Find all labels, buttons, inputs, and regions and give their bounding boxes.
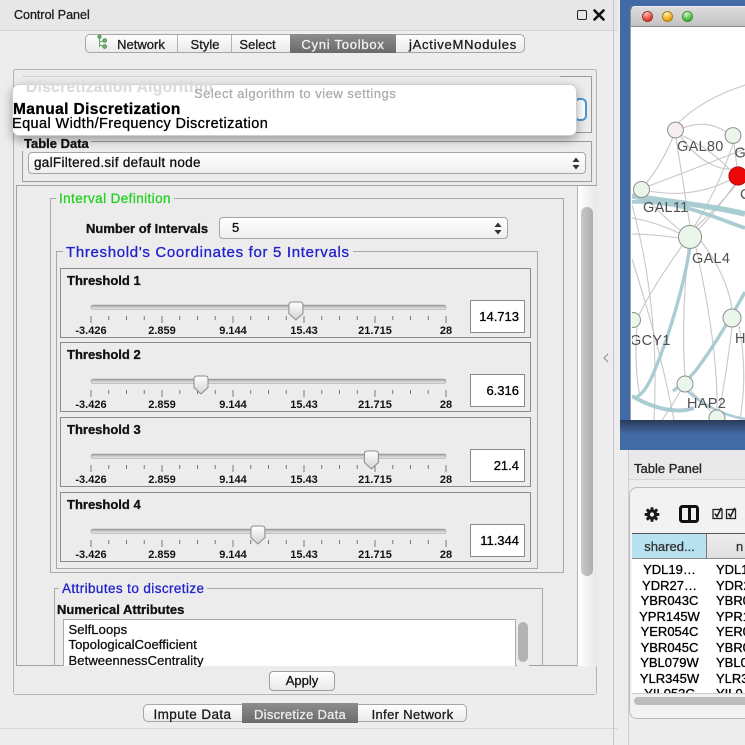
svg-text:15.43: 15.43: [290, 399, 318, 411]
svg-text:GAL11: GAL11: [643, 200, 689, 216]
svg-text:-3.426: -3.426: [75, 399, 106, 411]
svg-text:GAL80: GAL80: [677, 139, 724, 155]
svg-text:HAP2: HAP2: [687, 396, 726, 412]
svg-text:GA: GA: [735, 146, 745, 162]
svg-text:15.43: 15.43: [290, 325, 318, 337]
svg-text:28: 28: [440, 325, 452, 337]
svg-text:2.859: 2.859: [148, 549, 176, 561]
svg-text:21.715: 21.715: [358, 325, 392, 337]
svg-text:21.715: 21.715: [358, 474, 392, 486]
svg-text:28: 28: [440, 399, 452, 411]
svg-text:-3.426: -3.426: [75, 549, 106, 561]
svg-text:15.43: 15.43: [290, 549, 318, 561]
svg-text:2.859: 2.859: [148, 325, 176, 337]
svg-text:9.144: 9.144: [219, 549, 247, 561]
svg-text:15.43: 15.43: [290, 474, 318, 486]
svg-text:9.144: 9.144: [219, 474, 247, 486]
svg-text:21.715: 21.715: [358, 549, 392, 561]
svg-text:GCY1: GCY1: [632, 333, 671, 349]
svg-text:H: H: [735, 331, 745, 347]
svg-text:-3.426: -3.426: [75, 325, 106, 337]
svg-text:C: C: [740, 187, 745, 203]
svg-text:2.859: 2.859: [148, 399, 176, 411]
svg-text:28: 28: [440, 549, 452, 561]
svg-text:28: 28: [440, 474, 452, 486]
svg-text:9.144: 9.144: [219, 325, 247, 337]
svg-text:21.715: 21.715: [358, 399, 392, 411]
svg-text:9.144: 9.144: [219, 399, 247, 411]
svg-text:-3.426: -3.426: [75, 474, 106, 486]
svg-text:GAL4: GAL4: [692, 251, 730, 267]
svg-text:2.859: 2.859: [148, 474, 176, 486]
